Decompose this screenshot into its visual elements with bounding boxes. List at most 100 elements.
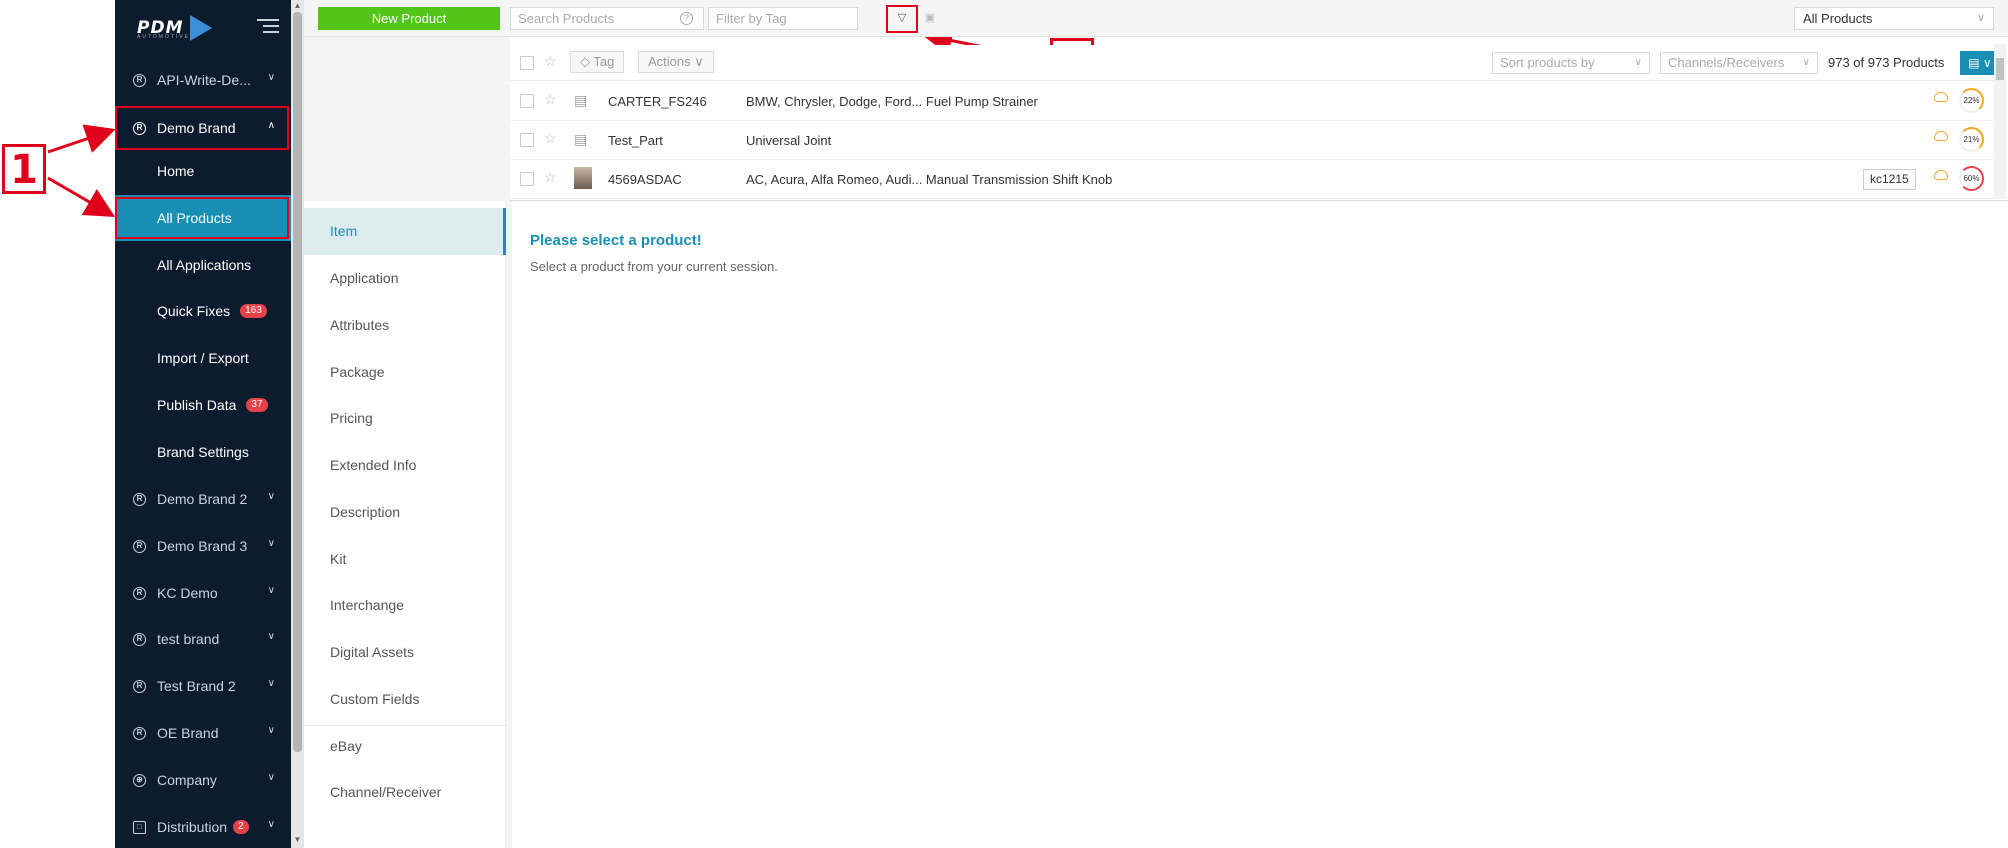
page: 1 2 PDM AUTOMOTIVE R API-Write-De... ∨ R… [0, 0, 2008, 848]
tag-label: Tag [593, 54, 615, 69]
image-placeholder-icon: ▤ [574, 131, 588, 147]
view-select-value: All Products [1803, 11, 1873, 26]
tab-extended-info[interactable]: Extended Info [304, 442, 506, 489]
completeness-indicator: 21% [1959, 127, 1984, 152]
registered-icon: R [133, 632, 146, 646]
product-thumbnail [574, 167, 592, 189]
tag-button[interactable]: ◇ Tag [570, 51, 625, 73]
row-description: BMW, Chrysler, Dodge, Ford... Fuel Pump … [746, 94, 1038, 109]
registered-icon: R [133, 586, 146, 600]
table-row[interactable]: ☆ ▤ Test_Part Universal Joint 21% [510, 121, 2000, 160]
tab-application[interactable]: Application [304, 255, 506, 302]
quick-fixes-badge: 163 [240, 304, 267, 318]
star-icon[interactable]: ☆ [544, 169, 557, 186]
empty-state-subtitle: Select a product from your current sessi… [530, 259, 778, 274]
sidebar-brand-api-write[interactable]: R API-Write-De... ∨ [115, 57, 291, 103]
product-list-scrollbar[interactable] [1994, 44, 2006, 199]
list-scroll-thumb[interactable] [1996, 58, 2004, 80]
registered-icon: R [133, 726, 146, 740]
scroll-up-arrow-icon[interactable]: ▲ [293, 2, 302, 10]
sidebar-item-label: KC Demo [157, 585, 218, 601]
product-list: ☆ ◇ Tag Actions ∨ Sort products by ∨ Chan… [510, 45, 2008, 201]
sidebar-item-all-applications[interactable]: All Applications [115, 242, 291, 288]
table-row[interactable]: ☆ ▤ CARTER_FS246 BMW, Chrysler, Dodge, F… [510, 82, 2000, 121]
sidebar-item-label: Quick Fixes [157, 303, 231, 319]
sidebar-item-distribution[interactable]: □ Distribution 2 ∨ [115, 804, 291, 848]
image-placeholder-icon: ▤ [574, 92, 588, 108]
registered-icon: R [133, 539, 146, 553]
chevron-down-icon: ∨ [267, 678, 275, 689]
left-grey-panel [304, 37, 510, 201]
filter-by-tag-input[interactable]: Filter by Tag [708, 7, 858, 30]
tab-item[interactable]: Item [304, 208, 506, 255]
cloud-icon [1934, 92, 1948, 102]
distribution-badge: 2 [233, 820, 249, 834]
row-description: Universal Joint [746, 133, 832, 148]
row-checkbox[interactable] [520, 94, 534, 108]
sidebar-item-label: Home [157, 163, 195, 179]
chevron-down-icon: ∨ [694, 54, 704, 69]
sidebar-item-label: Brand Settings [157, 444, 249, 460]
sidebar-brand-demo-brand-3[interactable]: R Demo Brand 3 ∨ [115, 523, 291, 569]
row-sku: CARTER_FS246 [608, 94, 707, 109]
sidebar-item-label: Distribution [157, 819, 228, 835]
top-toolbar: New Product Search Products ? Filter by … [304, 0, 2008, 37]
save-filter-icon[interactable]: ▣ [920, 8, 940, 28]
row-checkbox[interactable] [520, 133, 534, 147]
product-count: 973 of 973 Products [1828, 55, 1945, 70]
sidebar-scrollbar[interactable]: ▲ ▼ [291, 0, 304, 848]
cloud-icon [1934, 170, 1948, 180]
sidebar-item-home[interactable]: Home [115, 148, 291, 194]
help-icon[interactable]: ? [680, 12, 693, 25]
sidebar-brand-kc-demo[interactable]: R KC Demo ∨ [115, 570, 291, 616]
sidebar-item-label: API-Write-De... [157, 72, 251, 88]
tab-custom-fields[interactable]: Custom Fields [304, 676, 506, 723]
tab-description[interactable]: Description [304, 489, 506, 536]
channels-select[interactable]: Channels/Receivers ∨ [1660, 52, 1818, 74]
annotation-box-filter [886, 5, 918, 33]
sidebar-item-label: test brand [157, 631, 220, 647]
star-icon[interactable]: ☆ [544, 91, 557, 108]
completeness-indicator: 22% [1959, 88, 1984, 113]
chevron-down-icon: ∨ [1634, 57, 1642, 68]
chevron-down-icon: ∨ [267, 585, 275, 596]
chevron-down-icon: ∨ [267, 491, 275, 502]
sort-select[interactable]: Sort products by ∨ [1492, 52, 1650, 74]
chevron-down-icon: ∨ [267, 72, 275, 83]
sidebar-item-publish-data[interactable]: Publish Data 37 [115, 382, 291, 428]
sidebar-brand-demo-brand-2[interactable]: R Demo Brand 2 ∨ [115, 476, 291, 522]
sidebar-item-company[interactable]: ⊕ Company ∨ [115, 757, 291, 803]
row-sku: Test_Part [608, 133, 663, 148]
tab-interchange[interactable]: Interchange [304, 582, 506, 629]
tab-digital-assets[interactable]: Digital Assets [304, 629, 506, 676]
tab-ebay[interactable]: eBay [304, 723, 506, 770]
sidebar-brand-oe-brand[interactable]: R OE Brand ∨ [115, 710, 291, 756]
row-tag[interactable]: kc1215 [1863, 169, 1916, 190]
sidebar-brand-test-brand[interactable]: R test brand ∨ [115, 616, 291, 662]
star-icon[interactable]: ☆ [544, 53, 557, 70]
search-products-input[interactable]: Search Products ? [510, 7, 704, 30]
tab-kit[interactable]: Kit [304, 536, 506, 583]
chevron-down-icon: ∨ [267, 631, 275, 642]
star-icon[interactable]: ☆ [544, 130, 557, 147]
tab-package[interactable]: Package [304, 349, 506, 396]
tab-attributes[interactable]: Attributes [304, 302, 506, 349]
sidebar-scroll-thumb[interactable] [293, 12, 302, 752]
scroll-down-arrow-icon[interactable]: ▼ [293, 836, 302, 844]
select-all-checkbox[interactable] [520, 56, 534, 70]
sidebar-item-brand-settings[interactable]: Brand Settings [115, 429, 291, 475]
new-product-button[interactable]: New Product [318, 7, 500, 30]
tab-channel-receiver[interactable]: Channel/Receiver [304, 769, 506, 816]
tab-pricing[interactable]: Pricing [304, 395, 506, 442]
sidebar-brand-test-brand-2[interactable]: R Test Brand 2 ∨ [115, 663, 291, 709]
sidebar-item-quick-fixes[interactable]: Quick Fixes 163 [115, 288, 291, 334]
view-select[interactable]: All Products ∨ [1794, 7, 1994, 30]
table-row[interactable]: ☆ 4569ASDAC AC, Acura, Alfa Romeo, Audi.… [510, 160, 2000, 199]
row-checkbox[interactable] [520, 172, 534, 186]
sidebar-item-import-export[interactable]: Import / Export [115, 335, 291, 381]
completeness-indicator: 60% [1959, 166, 1984, 191]
annotation-box-demo-brand [115, 106, 289, 150]
actions-label: Actions [648, 54, 691, 69]
actions-button[interactable]: Actions ∨ [638, 51, 714, 73]
collapse-menu-icon[interactable] [257, 19, 279, 37]
